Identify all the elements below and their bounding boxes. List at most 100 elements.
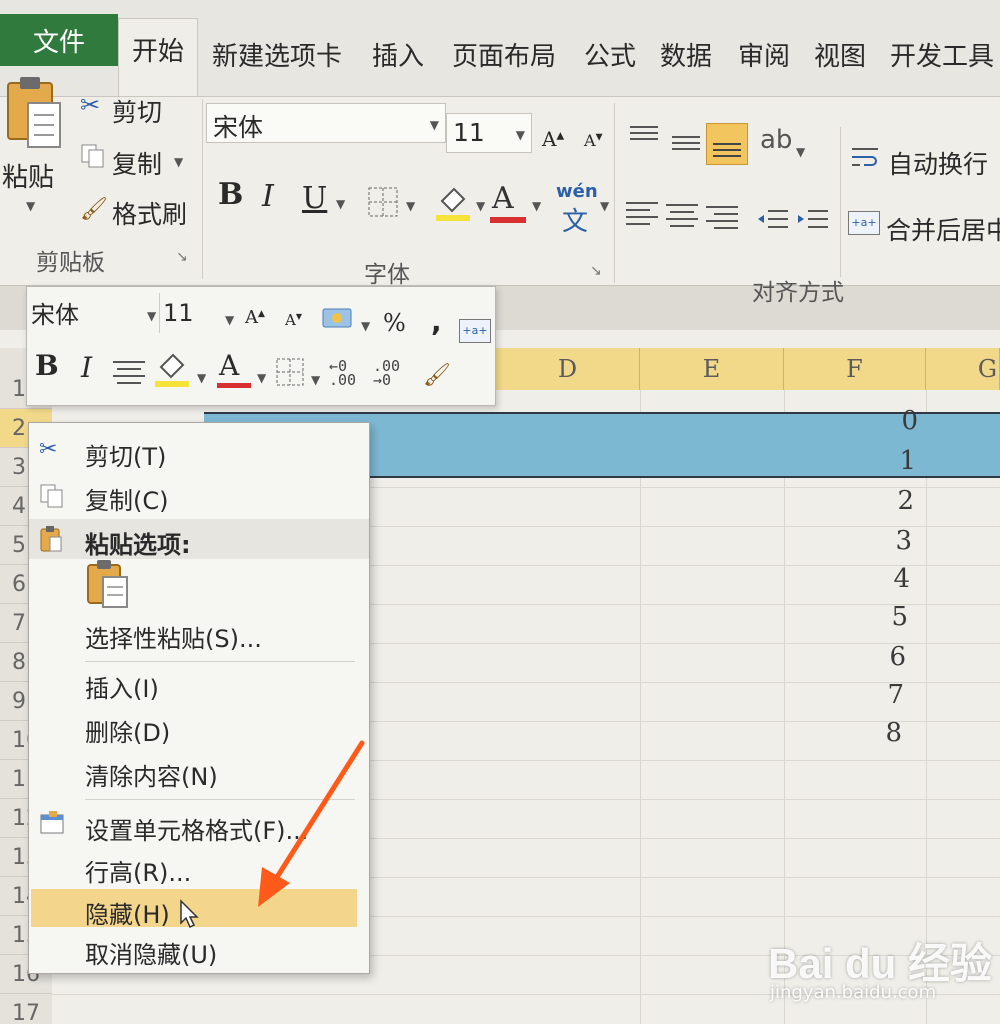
- mini-merge-icon[interactable]: +a+: [459, 319, 491, 343]
- menu-item-insert[interactable]: 插入(I): [85, 669, 159, 704]
- cell-f-value[interactable]: 0: [878, 406, 918, 436]
- menu-item-copy[interactable]: 复制(C): [85, 481, 168, 516]
- font-name-dropdown-icon[interactable]: ▼: [430, 118, 439, 132]
- font-name-combo[interactable]: 宋体 ▼: [206, 103, 446, 143]
- font-color-button[interactable]: A: [492, 181, 514, 216]
- underline-button[interactable]: U: [302, 181, 327, 216]
- tab-review[interactable]: 审阅: [738, 36, 790, 73]
- mini-fill-color-icon[interactable]: [153, 351, 191, 393]
- column-header-g[interactable]: G: [926, 348, 1000, 390]
- decrease-indent-icon[interactable]: [756, 207, 790, 239]
- paste-button[interactable]: 粘贴: [2, 157, 54, 194]
- format-painter-button[interactable]: 格式刷: [112, 195, 187, 231]
- bold-button[interactable]: B: [218, 177, 243, 212]
- mini-font-color-button[interactable]: A: [219, 349, 239, 382]
- decrease-decimal-icon[interactable]: .00 →0: [373, 359, 400, 388]
- tab-data[interactable]: 数据: [660, 36, 712, 73]
- row-header[interactable]: 17: [0, 994, 52, 1024]
- italic-button[interactable]: I: [262, 179, 274, 214]
- font-color-dropdown-icon[interactable]: ▼: [532, 199, 541, 213]
- mini-currency-icon[interactable]: [321, 305, 355, 339]
- mini-border-dropdown-icon[interactable]: ▼: [311, 373, 320, 387]
- increase-indent-icon[interactable]: [796, 207, 830, 239]
- menu-item-delete[interactable]: 删除(D): [85, 713, 170, 748]
- menu-item-paste-special[interactable]: 选择性粘贴(S)...: [85, 619, 262, 654]
- orientation-icon[interactable]: ab: [760, 125, 792, 155]
- menu-item-cut[interactable]: 剪切(T): [85, 437, 166, 472]
- cell-f-value[interactable]: 5: [868, 602, 908, 632]
- cell-f-value[interactable]: 1: [876, 446, 916, 476]
- align-top-icon[interactable]: [628, 123, 660, 153]
- mini-shrink-font-icon[interactable]: A▼: [285, 311, 302, 329]
- cell-f-value[interactable]: 8: [862, 718, 902, 748]
- align-left-icon[interactable]: [624, 199, 660, 233]
- mini-center-icon[interactable]: [111, 359, 147, 389]
- cell-f-value[interactable]: 2: [874, 486, 914, 516]
- font-size-dropdown-icon[interactable]: ▼: [516, 128, 525, 142]
- underline-dropdown-icon[interactable]: ▼: [336, 197, 345, 211]
- align-right-icon[interactable]: [704, 203, 740, 237]
- column-header-d[interactable]: D: [496, 348, 640, 390]
- mini-fill-dropdown-icon[interactable]: ▼: [197, 371, 206, 385]
- mini-italic-button[interactable]: I: [81, 351, 92, 384]
- grow-font-icon[interactable]: A▲: [542, 127, 564, 151]
- cut-button[interactable]: 剪切: [112, 93, 162, 129]
- cell-f-value[interactable]: 6: [866, 642, 906, 672]
- mini-font-size-dropdown-icon[interactable]: ▼: [225, 313, 234, 327]
- cell-f-value[interactable]: 4: [870, 564, 910, 594]
- column-header-e[interactable]: E: [640, 348, 784, 390]
- font-launcher-icon[interactable]: ↘: [590, 263, 602, 279]
- menu-item-unhide[interactable]: 取消隐藏(U): [85, 935, 217, 970]
- mini-grow-font-icon[interactable]: A▲: [245, 307, 265, 328]
- tab-formulas[interactable]: 公式: [584, 36, 636, 73]
- merge-center-button[interactable]: 合并后居中: [886, 211, 1000, 247]
- mini-border-icon[interactable]: [275, 357, 305, 391]
- shrink-font-icon[interactable]: A▼: [584, 131, 602, 150]
- mini-font-color-dropdown-icon[interactable]: ▼: [257, 371, 266, 385]
- paste-dropdown-icon[interactable]: ▼: [26, 199, 35, 213]
- tab-page-layout[interactable]: 页面布局: [452, 36, 556, 73]
- font-size-combo[interactable]: 11 ▼: [446, 113, 532, 153]
- copy-button[interactable]: 复制: [112, 145, 162, 181]
- mini-currency-dropdown-icon[interactable]: ▼: [361, 319, 370, 333]
- mini-divider: [159, 293, 160, 333]
- format-painter-icon: 🖌: [80, 197, 108, 222]
- column-header-f[interactable]: F: [784, 348, 926, 390]
- font-name-value: 宋体: [213, 113, 264, 142]
- align-middle-icon[interactable]: [670, 131, 702, 161]
- menu-item-clear-contents[interactable]: 清除内容(N): [85, 757, 218, 792]
- align-bottom-button[interactable]: [706, 123, 748, 165]
- copy-dropdown-icon[interactable]: ▼: [174, 155, 183, 169]
- mini-font-size[interactable]: 11: [163, 299, 194, 327]
- tab-view[interactable]: 视图: [814, 36, 866, 73]
- phonetic-dropdown-icon[interactable]: ▼: [600, 199, 609, 213]
- menu-item-hide[interactable]: 隐藏(H): [85, 895, 170, 930]
- menu-item-row-height[interactable]: 行高(R)...: [85, 853, 191, 888]
- cell-f-value[interactable]: 3: [872, 526, 912, 556]
- align-center-icon[interactable]: [664, 201, 700, 235]
- wrap-text-button[interactable]: 自动换行: [888, 145, 988, 181]
- mini-bold-button[interactable]: B: [35, 349, 59, 382]
- paste-icon[interactable]: [4, 75, 64, 159]
- tab-developer[interactable]: 开发工具: [890, 36, 994, 73]
- tab-insert[interactable]: 插入: [372, 36, 424, 73]
- mini-comma-button[interactable]: ,: [431, 305, 442, 338]
- tab-new[interactable]: 新建选项卡: [212, 36, 342, 73]
- fill-color-icon[interactable]: [434, 183, 472, 227]
- mini-format-painter-icon[interactable]: 🖌: [423, 363, 451, 388]
- fill-color-dropdown-icon[interactable]: ▼: [476, 199, 485, 213]
- paste-option-icon[interactable]: [85, 559, 131, 613]
- tab-home[interactable]: 开始: [118, 18, 198, 100]
- phonetic-guide-icon[interactable]: wén: [556, 181, 598, 202]
- ribbon-tab-bar: 文件 开始 新建选项卡 插入 页面布局 公式 数据 审阅 视图 开发工具: [0, 0, 1000, 100]
- border-icon[interactable]: [366, 185, 400, 223]
- cell-f-value[interactable]: 7: [864, 680, 904, 710]
- orientation-dropdown-icon[interactable]: ▼: [796, 145, 805, 159]
- mini-percent-button[interactable]: %: [383, 309, 406, 337]
- border-dropdown-icon[interactable]: ▼: [406, 199, 415, 213]
- mini-font-name[interactable]: 宋体: [31, 295, 79, 330]
- increase-decimal-icon[interactable]: ←0.00: [329, 359, 356, 388]
- clipboard-launcher-icon[interactable]: ↘: [176, 249, 188, 265]
- mini-font-name-dropdown-icon[interactable]: ▼: [147, 309, 156, 323]
- tab-file[interactable]: 文件: [0, 14, 118, 66]
